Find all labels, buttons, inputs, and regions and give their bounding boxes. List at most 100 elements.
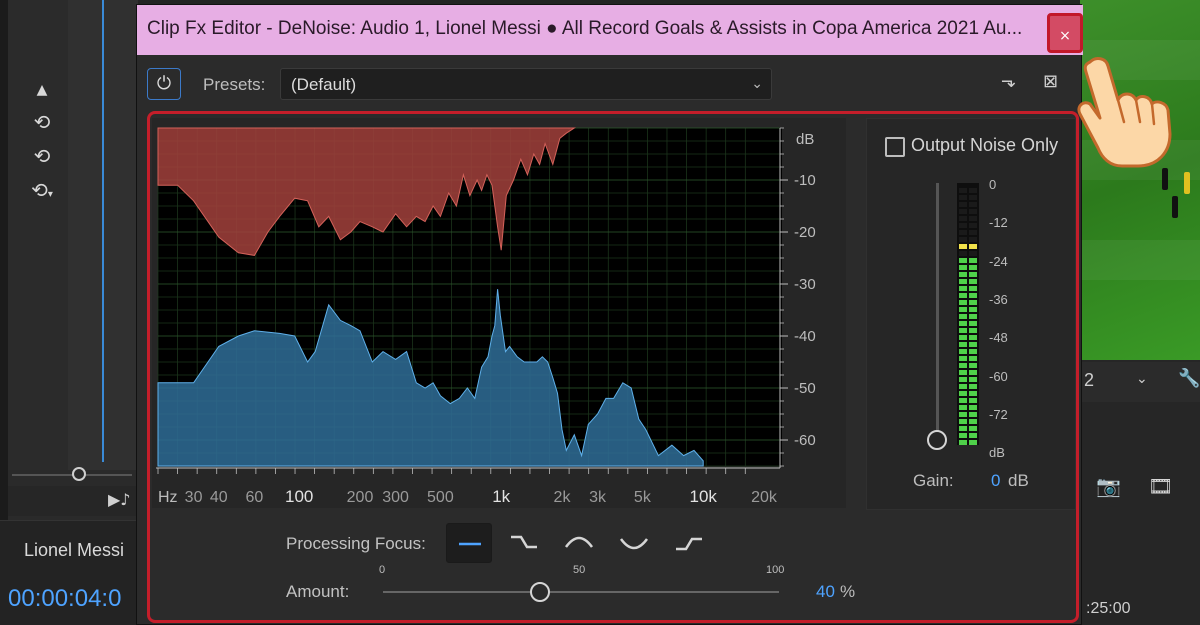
- pointing-hand-icon: [1077, 57, 1172, 168]
- focus-mid-bump-button[interactable]: [556, 523, 602, 563]
- monitor-timecode: :25:00: [1086, 600, 1131, 617]
- meter-segment: [959, 433, 967, 438]
- hz-tick-label: 2k: [554, 489, 572, 506]
- gain-slider-track[interactable]: [936, 183, 939, 439]
- meter-segment: [959, 286, 967, 291]
- meter-segment: [959, 293, 967, 298]
- play-audio-icon[interactable]: ▶♪: [108, 490, 131, 509]
- meter-segment: [969, 412, 977, 417]
- spectrum-graph: -10 -20 -30 -40 -50 -60 30 40 60 100 200 300 500 1k 2…: [152, 118, 846, 508]
- camera-icon[interactable]: 📷: [1096, 474, 1121, 498]
- meter-segment: [969, 314, 977, 319]
- focus-low-button[interactable]: [501, 523, 547, 563]
- meter-segment: [969, 335, 977, 340]
- amount-unit: %: [840, 582, 856, 601]
- db-tick-label: -50: [794, 380, 816, 397]
- resolution-value[interactable]: 2: [1084, 370, 1094, 391]
- gain-value[interactable]: 0: [991, 471, 1000, 491]
- focus-flat-button[interactable]: [446, 523, 492, 563]
- presets-value: (Default): [291, 75, 357, 94]
- dialog-titlebar[interactable]: Clip Fx Editor - DeNoise: Audio 1, Lione…: [137, 5, 1083, 55]
- focus-low-icon: [511, 535, 537, 549]
- meter-segment: [959, 195, 967, 200]
- meter-segment: [959, 223, 967, 228]
- db-tick-label: -30: [794, 276, 816, 293]
- meter-segment: [959, 279, 967, 284]
- meter-segment: [959, 258, 967, 263]
- db-tick-label: -10: [794, 172, 816, 189]
- gain-slider-knob[interactable]: [927, 430, 947, 450]
- wrench-icon[interactable]: 🔧: [1178, 368, 1200, 389]
- close-button[interactable]: ×: [1047, 13, 1083, 53]
- output-noise-only-checkbox[interactable]: [885, 137, 905, 157]
- meter-segment: [959, 209, 967, 214]
- zoom-slider-knob[interactable]: [72, 467, 86, 481]
- meter-scale-label: -72: [989, 406, 1008, 422]
- meter-segment: [959, 314, 967, 319]
- meter-segment: [959, 349, 967, 354]
- premiere-workspace: ▲ ⟲ ⟲ ⟲▾ ▶♪ Lionel Messi 00:00:04:0 2 ⌄ …: [0, 0, 1200, 625]
- meter-segment: [959, 426, 967, 431]
- amount-tick-0: 0: [379, 564, 386, 576]
- meter-segment: [969, 188, 977, 193]
- amount-slider-knob[interactable]: [530, 582, 550, 602]
- meter-segment: [969, 279, 977, 284]
- meter-segment: [969, 209, 977, 214]
- db-tick-label: -60: [794, 432, 816, 449]
- hz-tick-label: 30: [185, 489, 203, 506]
- meter-segment: [969, 328, 977, 333]
- monitor-controls: 2 ⌄ 🔧: [1080, 362, 1200, 402]
- level-meter: [957, 183, 979, 445]
- meter-segment: [969, 293, 977, 298]
- save-preset-icon[interactable]: ⬎: [1001, 71, 1016, 92]
- amount-value[interactable]: 40: [816, 582, 835, 602]
- meter-segment: [969, 405, 977, 410]
- meter-segment: [969, 419, 977, 424]
- denoise-controls-frame: -10 -20 -30 -40 -50 -60 30 40 60 100 200 300 500 1k 2…: [147, 111, 1079, 623]
- scroll-up-icon[interactable]: ▲: [28, 78, 56, 102]
- meter-segment: [959, 265, 967, 270]
- meter-segment: [969, 286, 977, 291]
- amount-label: Amount:: [286, 582, 350, 601]
- meter-segment: [969, 349, 977, 354]
- output-noise-only-label[interactable]: Output Noise Only: [911, 135, 1058, 156]
- presets-dropdown[interactable]: (Default) ⌄: [280, 68, 772, 100]
- hz-tick-label: 500: [427, 489, 454, 506]
- meter-segment: [959, 251, 967, 256]
- output-meter-panel: Output Noise Only 0 -12 -24 -36 -48 -60 -72 dB …: [866, 118, 1076, 510]
- meter-segment: [959, 321, 967, 326]
- focus-high-button[interactable]: [666, 523, 712, 563]
- focus-mid-dip-button[interactable]: [611, 523, 657, 563]
- clip-fx-editor-dialog: Clip Fx Editor - DeNoise: Audio 1, Lione…: [136, 4, 1083, 625]
- meter-segment: [959, 440, 967, 445]
- db-axis-ticks: -10 -20 -30 -40 -50 -60: [780, 127, 816, 467]
- hz-tick-label: 3k: [589, 489, 607, 506]
- undo-icon[interactable]: ⟲: [28, 144, 56, 168]
- meter-segment: [969, 440, 977, 445]
- level-meter-bars: [959, 188, 977, 445]
- chevron-down-icon[interactable]: ⌄: [1136, 370, 1148, 387]
- timecode[interactable]: 00:00:04:0: [8, 585, 121, 613]
- delete-preset-icon[interactable]: ⊠: [1043, 71, 1058, 92]
- db-unit-label: dB: [796, 131, 814, 148]
- gain-label: Gain:: [913, 471, 954, 490]
- film-icon[interactable]: 🎞: [1148, 474, 1173, 498]
- undo-dropdown-icon[interactable]: ⟲▾: [28, 178, 56, 202]
- meter-segment: [969, 300, 977, 305]
- db-tick-label: -20: [794, 224, 816, 241]
- meter-segment: [969, 321, 977, 326]
- presets-label: Presets:: [203, 75, 266, 94]
- hz-tick-label: 40: [210, 489, 228, 506]
- undo-icon[interactable]: ⟲: [28, 110, 56, 134]
- spectrum-svg: -10 -20 -30 -40 -50 -60 30 40 60 100 200 300 500 1k 2…: [156, 127, 816, 506]
- meter-segment: [969, 244, 977, 249]
- amount-tick-50: 50: [573, 564, 586, 576]
- amount-tick-100: 100: [766, 564, 785, 576]
- meter-segment: [959, 356, 967, 361]
- focus-mid-bump-icon: [564, 536, 594, 548]
- meter-segment: [969, 356, 977, 361]
- meter-segment: [969, 230, 977, 235]
- meter-segment: [969, 223, 977, 228]
- amount-slider-track[interactable]: [383, 591, 779, 593]
- bypass-power-button[interactable]: ⏻: [147, 68, 181, 100]
